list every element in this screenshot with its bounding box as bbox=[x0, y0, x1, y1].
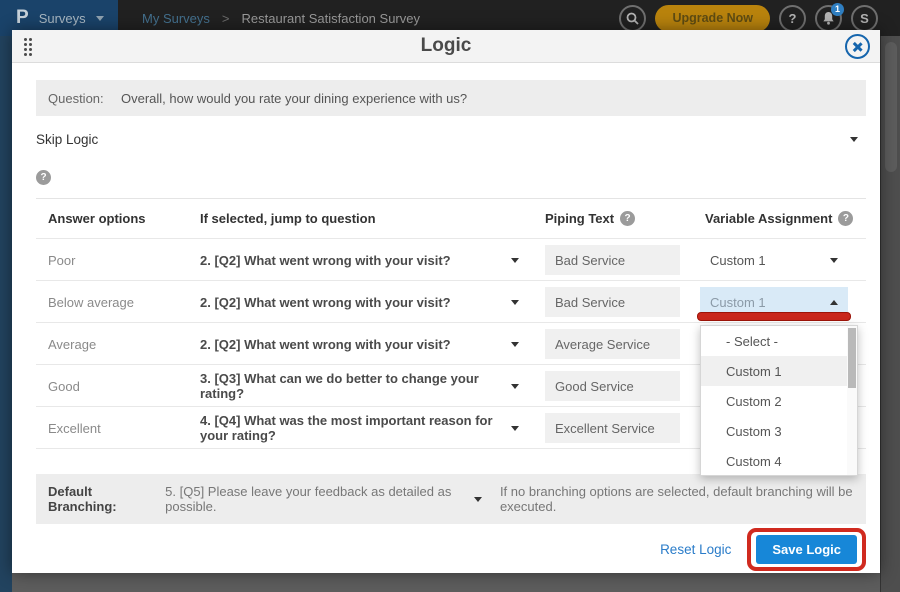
skip-logic-accordion[interactable]: Skip Logic bbox=[36, 116, 866, 162]
piping-text-input[interactable] bbox=[545, 371, 680, 401]
dropdown-scrollbar-thumb[interactable] bbox=[848, 328, 856, 388]
topbar-actions: Upgrade Now ? 1 S bbox=[619, 5, 900, 32]
question-label: Question: bbox=[36, 91, 121, 106]
notifications-button[interactable]: 1 bbox=[815, 5, 842, 32]
question-bar: Question: Overall, how would you rate yo… bbox=[36, 80, 866, 116]
chevron-down-icon bbox=[830, 258, 838, 263]
dropdown-option[interactable]: - Select - bbox=[701, 326, 857, 356]
dropdown-option[interactable]: Custom 1 bbox=[701, 356, 857, 386]
help-icon[interactable]: ? bbox=[620, 211, 635, 226]
default-branching-note: If no branching options are selected, de… bbox=[500, 484, 866, 514]
breadcrumb-my-surveys[interactable]: My Surveys bbox=[142, 11, 210, 26]
dropdown-option[interactable]: Custom 4 bbox=[701, 446, 857, 476]
jump-question-select[interactable]: 2. [Q2] What went wrong with your visit? bbox=[184, 253, 545, 268]
question-text: Overall, how would you rate your dining … bbox=[121, 91, 467, 106]
help-row: ? bbox=[36, 162, 866, 192]
modal-title: Logic bbox=[421, 35, 472, 57]
piping-text-input[interactable] bbox=[545, 413, 680, 443]
modal-header: Logic bbox=[12, 30, 880, 63]
jump-question-select[interactable]: 2. [Q2] What went wrong with your visit? bbox=[184, 337, 545, 352]
chevron-down-icon bbox=[511, 258, 519, 263]
annotation-red-underline bbox=[697, 312, 851, 321]
answer-option-label: Poor bbox=[36, 253, 184, 268]
search-button[interactable] bbox=[619, 5, 646, 32]
close-icon bbox=[852, 41, 863, 52]
chevron-down-icon bbox=[511, 384, 519, 389]
close-button[interactable] bbox=[845, 34, 870, 59]
screen: P Surveys My Surveys > Restaurant Satisf… bbox=[0, 0, 900, 592]
chevron-down-icon bbox=[850, 137, 858, 142]
drag-handle-icon[interactable] bbox=[24, 38, 33, 57]
answer-option-label: Below average bbox=[36, 295, 184, 310]
chevron-down-icon bbox=[96, 16, 104, 21]
search-icon bbox=[626, 12, 639, 25]
dropdown-option[interactable]: Custom 2 bbox=[701, 386, 857, 416]
answer-option-label: Average bbox=[36, 337, 184, 352]
piping-text-input[interactable] bbox=[545, 245, 680, 275]
variable-assignment-select[interactable]: Custom 1 bbox=[700, 245, 848, 275]
piping-text-input[interactable] bbox=[545, 287, 680, 317]
default-branching-bar: Default Branching: 5. [Q5] Please leave … bbox=[36, 474, 866, 524]
header-variable-assignment: Variable Assignment ? bbox=[700, 211, 866, 226]
table-row: Below average 2. [Q2] What went wrong wi… bbox=[36, 281, 866, 323]
breadcrumb-current: Restaurant Satisfaction Survey bbox=[242, 11, 420, 26]
header-answer-options: Answer options bbox=[36, 211, 184, 226]
dropdown-option[interactable]: Custom 3 bbox=[701, 416, 857, 446]
annotation-red-outline: Save Logic bbox=[747, 528, 866, 571]
header-jump-question: If selected, jump to question bbox=[184, 211, 545, 226]
question-mark-icon: ? bbox=[789, 11, 797, 26]
save-logic-button[interactable]: Save Logic bbox=[756, 535, 857, 564]
default-branching-label: Default Branching: bbox=[36, 484, 151, 514]
answer-option-label: Good bbox=[36, 379, 184, 394]
logic-modal: Logic Question: Overall, how would you r… bbox=[12, 30, 880, 573]
breadcrumb-separator: > bbox=[222, 11, 230, 26]
jump-question-select[interactable]: 3. [Q3] What can we do better to change … bbox=[184, 371, 545, 401]
scrollbar-thumb[interactable] bbox=[885, 42, 897, 172]
chevron-down-icon bbox=[511, 342, 519, 347]
account-avatar[interactable]: S bbox=[851, 5, 878, 32]
modal-body: Question: Overall, how would you rate yo… bbox=[12, 80, 880, 574]
page-left-sidebar-dimmed bbox=[0, 36, 12, 592]
nav-surveys[interactable]: Surveys bbox=[39, 11, 86, 26]
reset-logic-link[interactable]: Reset Logic bbox=[660, 542, 731, 557]
app-logo[interactable]: P bbox=[16, 7, 29, 29]
jump-question-select[interactable]: 4. [Q4] What was the most important reas… bbox=[184, 413, 545, 443]
jump-question-select[interactable]: 2. [Q2] What went wrong with your visit? bbox=[184, 295, 545, 310]
help-icon[interactable]: ? bbox=[36, 170, 51, 185]
upgrade-now-button[interactable]: Upgrade Now bbox=[655, 5, 770, 32]
answer-option-label: Excellent bbox=[36, 421, 184, 436]
table-header-row: Answer options If selected, jump to ques… bbox=[36, 199, 866, 239]
variable-dropdown-menu: - Select - Custom 1 Custom 2 Custom 3 Cu… bbox=[700, 325, 858, 476]
chevron-down-icon bbox=[474, 497, 482, 502]
avatar-initial: S bbox=[860, 11, 869, 26]
help-button[interactable]: ? bbox=[779, 5, 806, 32]
default-branching-select[interactable]: 5. [Q5] Please leave your feedback as de… bbox=[165, 484, 482, 514]
piping-text-input[interactable] bbox=[545, 329, 680, 359]
chevron-down-icon bbox=[511, 426, 519, 431]
help-icon[interactable]: ? bbox=[838, 211, 853, 226]
modal-footer: Reset Logic Save Logic bbox=[36, 524, 866, 574]
header-piping-text: Piping Text ? bbox=[545, 211, 700, 226]
chevron-up-icon bbox=[830, 300, 838, 305]
dropdown-scrollbar[interactable] bbox=[847, 326, 857, 475]
chevron-down-icon bbox=[511, 300, 519, 305]
table-row: Poor 2. [Q2] What went wrong with your v… bbox=[36, 239, 866, 281]
breadcrumb: My Surveys > Restaurant Satisfaction Sur… bbox=[142, 11, 420, 26]
notification-badge: 1 bbox=[831, 3, 844, 16]
page-scrollbar[interactable] bbox=[880, 36, 900, 592]
skip-logic-label: Skip Logic bbox=[36, 132, 98, 147]
branching-table: Answer options If selected, jump to ques… bbox=[36, 198, 866, 449]
